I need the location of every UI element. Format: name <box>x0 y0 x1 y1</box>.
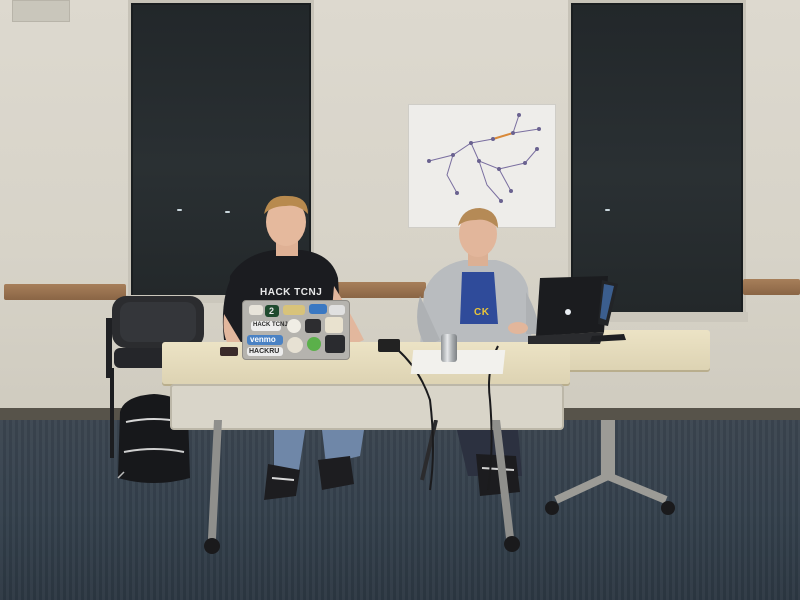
sticker <box>287 337 303 353</box>
sticker <box>307 337 321 351</box>
photo-scene: HACK TCNJ CK 2 HACK TCNJ venmo HACKRU <box>0 0 800 600</box>
sticker <box>287 319 301 333</box>
sticker <box>305 319 321 333</box>
sticker: 2 <box>265 305 279 317</box>
smartphone <box>220 347 238 356</box>
window-light <box>177 209 182 211</box>
sticker-text: venmo <box>250 335 276 344</box>
monitor-stand <box>590 280 626 342</box>
sticker-text: 2 <box>269 306 275 316</box>
shirt-print: HACK TCNJ <box>260 287 323 298</box>
sticker: HACK TCNJ <box>251 321 288 331</box>
sticker: venmo <box>247 335 283 345</box>
sticker <box>325 335 345 353</box>
ceiling-vent <box>12 0 70 22</box>
sticker-text: HACKRU <box>249 348 280 355</box>
paper-sheets <box>410 350 506 374</box>
sticker: HACKRU <box>247 347 283 356</box>
window-light <box>605 209 610 211</box>
shirt-print: CK <box>474 307 490 318</box>
power-adapter <box>378 339 400 352</box>
sticker <box>283 305 305 315</box>
sticker-text: HACK TCNJ <box>253 322 288 328</box>
soda-can <box>441 334 457 362</box>
sticker <box>249 305 263 315</box>
window-right <box>568 0 746 318</box>
laptop-stickered: 2 HACK TCNJ venmo HACKRU <box>242 300 350 360</box>
sticker <box>325 317 343 333</box>
wall-rail <box>743 279 800 295</box>
sticker <box>329 305 345 315</box>
sticker <box>309 304 327 314</box>
